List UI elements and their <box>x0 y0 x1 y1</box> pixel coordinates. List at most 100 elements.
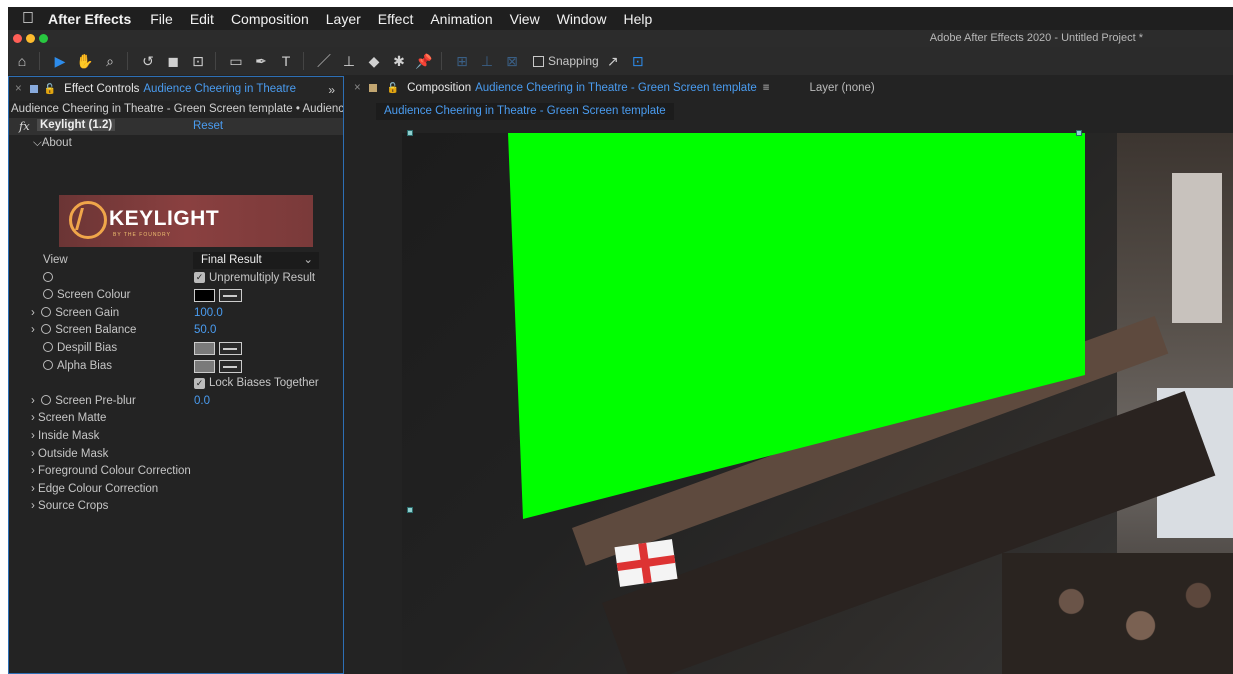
zoom-window-button[interactable] <box>39 34 48 43</box>
tab-layer[interactable]: Layer (none) <box>810 82 875 94</box>
panel-overflow-icon[interactable]: » <box>328 83 335 97</box>
checkmark-icon: ✓ <box>194 272 205 284</box>
brush-tool-icon[interactable]: ／ <box>313 50 335 72</box>
screen-gain-value[interactable]: 100.0 <box>194 307 223 319</box>
rectangle-tool-icon[interactable]: ▭ <box>225 50 247 72</box>
snapping-options-icon[interactable]: ↗ <box>602 50 624 72</box>
tab-effect-controls[interactable]: × 🔓 Effect Controls Audience Cheering in… <box>9 77 343 101</box>
eyedropper-icon[interactable] <box>219 289 242 303</box>
keylight-logo-icon <box>69 201 107 239</box>
despill-bias-label: Despill Bias <box>43 341 117 354</box>
menu-layer[interactable]: Layer <box>326 11 361 27</box>
clone-stamp-tool-icon[interactable]: ⊥ <box>338 50 360 72</box>
layer-handle-top-left[interactable] <box>407 130 413 136</box>
effect-controls-comp-name[interactable]: Audience Cheering in Theatre <box>143 83 296 95</box>
lock-biases-checkbox[interactable]: ✓ Lock Biases Together <box>194 377 319 389</box>
menu-app-after-effects[interactable]: After Effects <box>48 11 131 27</box>
menu-window[interactable]: Window <box>557 11 607 27</box>
group-edge-colour-correction[interactable]: › Edge Colour Correction <box>9 481 343 499</box>
pan-behind-tool-icon[interactable]: ⊡ <box>187 50 209 72</box>
lock-icon[interactable]: 🔓 <box>44 84 56 95</box>
eyedropper-icon[interactable] <box>219 341 242 355</box>
menu-view[interactable]: View <box>510 11 540 27</box>
menu-composition[interactable]: Composition <box>231 11 309 27</box>
lock-icon[interactable]: 🔓 <box>387 83 399 94</box>
alpha-bias-swatch[interactable] <box>194 359 215 373</box>
group-foreground-colour-correction[interactable]: › Foreground Colour Correction <box>9 463 343 481</box>
param-screen-colour: Screen Colour <box>9 287 343 305</box>
toolbar-divider <box>215 52 216 70</box>
menu-animation[interactable]: Animation <box>430 11 492 27</box>
camera-tool-icon[interactable]: ◼ <box>162 50 184 72</box>
menu-file[interactable]: File <box>150 11 173 27</box>
snap-features-icon[interactable]: ⊡ <box>627 50 649 72</box>
roto-brush-tool-icon[interactable]: ✱ <box>388 50 410 72</box>
view-label: View <box>43 254 68 266</box>
about-group[interactable]: ⌵About <box>9 135 343 153</box>
reset-button[interactable]: Reset <box>193 120 223 132</box>
toolbar-divider <box>441 52 442 70</box>
keylight-logo-subtext: BY THE FOUNDRY <box>113 232 171 238</box>
stopwatch-icon[interactable] <box>43 271 57 284</box>
screen-colour-label: Screen Colour <box>43 289 131 301</box>
pen-tool-icon[interactable]: ✒ <box>250 50 272 72</box>
keylight-effect-header[interactable]: fx Keylight (1.2) Reset <box>9 118 343 135</box>
comp-breadcrumb[interactable]: Audience Cheering in Theatre - Green Scr… <box>376 103 674 120</box>
close-panel-icon[interactable]: × <box>15 83 22 95</box>
effect-name[interactable]: Keylight (1.2) <box>37 119 116 131</box>
unpremultiply-checkbox[interactable]: ✓ Unpremultiply Result <box>194 272 315 284</box>
hand-tool-icon[interactable]: ✋ <box>74 50 96 72</box>
view-dropdown[interactable]: Final Result ⌄ <box>193 252 319 269</box>
screen-preblur-label[interactable]: › Screen Pre-blur <box>31 394 136 407</box>
type-tool-icon[interactable]: T <box>275 50 297 72</box>
selection-tool-icon[interactable]: ▶ <box>49 50 71 72</box>
view-axis-icon[interactable]: ⊠ <box>501 50 523 72</box>
param-screen-balance: › Screen Balance 50.0 <box>9 322 343 340</box>
green-screen-area <box>508 133 1085 519</box>
menu-edit[interactable]: Edit <box>190 11 214 27</box>
screen-balance-value[interactable]: 50.0 <box>194 324 216 336</box>
stopwatch-icon[interactable] <box>43 289 53 300</box>
composition-name[interactable]: Audience Cheering in Theatre - Green Scr… <box>475 82 757 94</box>
menu-effect[interactable]: Effect <box>378 11 414 27</box>
screen-colour-swatch[interactable] <box>194 289 215 303</box>
window-title: Adobe After Effects 2020 - Untitled Proj… <box>929 32 1143 44</box>
toolbar-divider <box>39 52 40 70</box>
fx-toggle-icon[interactable]: fx <box>19 119 30 133</box>
snapping-label: Snapping <box>548 54 599 68</box>
close-window-button[interactable] <box>13 34 22 43</box>
close-panel-icon[interactable]: × <box>354 82 361 94</box>
snapping-checkbox[interactable] <box>533 55 544 67</box>
checkmark-icon: ✓ <box>194 377 205 389</box>
eraser-tool-icon[interactable]: ◆ <box>363 50 385 72</box>
screen-balance-label[interactable]: › Screen Balance <box>31 324 136 336</box>
layer-handle-top-right[interactable] <box>1076 130 1082 136</box>
tab-composition[interactable]: × 🔓 Composition Audience Cheering in The… <box>346 76 1233 100</box>
minimize-window-button[interactable] <box>26 34 35 43</box>
panel-menu-icon[interactable]: ≡ <box>763 82 770 94</box>
home-icon[interactable]: ⌂ <box>11 50 33 72</box>
puppet-pin-tool-icon[interactable]: 📌 <box>413 50 435 72</box>
composition-viewer[interactable] <box>402 133 1233 674</box>
despill-bias-swatch[interactable] <box>194 341 215 355</box>
view-dropdown-value: Final Result <box>201 254 262 266</box>
zoom-tool-icon[interactable]: ⌕ <box>99 50 121 72</box>
screen-preblur-value[interactable]: 0.0 <box>194 395 210 407</box>
green-screen-polygon <box>508 133 1085 519</box>
group-outside-mask[interactable]: › Outside Mask <box>9 446 343 464</box>
chevron-down-icon: ⌄ <box>303 254 313 266</box>
snapping-toggle[interactable]: Snapping <box>533 54 599 68</box>
composition-title: Composition <box>407 82 472 94</box>
local-axis-icon[interactable]: ⊞ <box>451 50 473 72</box>
group-inside-mask[interactable]: › Inside Mask <box>9 428 343 446</box>
keylight-logo: KEYLIGHT BY THE FOUNDRY <box>59 195 313 247</box>
group-source-crops[interactable]: › Source Crops <box>9 498 343 516</box>
rotation-tool-icon[interactable]: ↺ <box>137 50 159 72</box>
world-axis-icon[interactable]: ⊥ <box>476 50 498 72</box>
layer-handle-mid-left[interactable] <box>407 507 413 513</box>
group-screen-matte[interactable]: › Screen Matte <box>9 410 343 428</box>
apple-menu-icon[interactable]:  <box>8 10 48 28</box>
screen-gain-label[interactable]: › Screen Gain <box>31 306 119 319</box>
eyedropper-icon[interactable] <box>219 359 242 373</box>
menu-help[interactable]: Help <box>624 11 653 27</box>
